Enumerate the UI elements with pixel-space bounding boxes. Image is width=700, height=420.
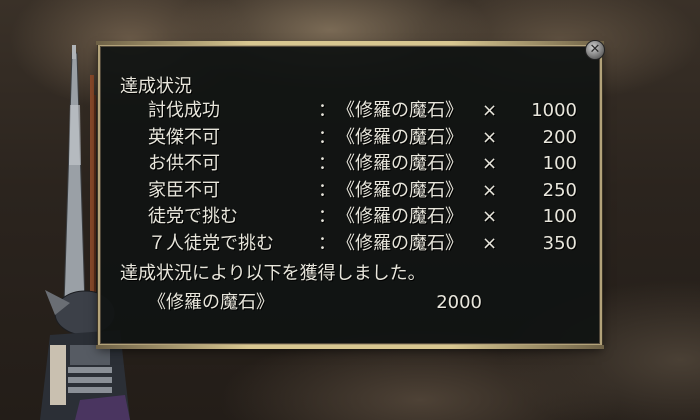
achievement-row-colon: ：	[318, 206, 336, 227]
achievement-row-quantity: 350	[542, 233, 577, 254]
achievement-row-quantity: 100	[542, 153, 577, 174]
achievement-row-colon: ：	[318, 233, 336, 254]
reward-quantity: 2000	[436, 292, 482, 313]
achievement-row-quantity: 100	[542, 206, 577, 227]
achievement-row-multiplier: ×	[482, 206, 498, 227]
achievement-row-label: 徒党で挑む	[148, 206, 238, 227]
achievement-row-quantity: 250	[542, 180, 577, 201]
achievement-row-item: 《修羅の魔石》	[337, 180, 463, 201]
achievement-row-label: 英傑不可	[148, 127, 220, 148]
achievement-row-colon: ：	[318, 127, 336, 148]
achievement-row-colon: ：	[318, 180, 336, 201]
achievement-row-label: 家臣不可	[148, 180, 220, 201]
achievement-row-colon: ：	[318, 100, 336, 121]
achievement-row-item: 《修羅の魔石》	[337, 127, 463, 148]
achievement-row-label: 討伐成功	[148, 100, 220, 121]
result-message: 達成状況により以下を獲得しました。	[120, 263, 426, 284]
dialog-heading: 達成状況	[120, 76, 192, 97]
achievement-row-colon: ：	[318, 153, 336, 174]
close-icon[interactable]: ✕	[585, 40, 605, 60]
achievement-row-multiplier: ×	[482, 233, 498, 254]
achievement-row-quantity: 200	[542, 127, 577, 148]
achievement-row-multiplier: ×	[482, 180, 498, 201]
achievement-row-quantity: 1000	[531, 100, 577, 121]
achievement-row-item: 《修羅の魔石》	[337, 100, 463, 121]
achievement-row-multiplier: ×	[482, 100, 498, 121]
reward-item-name: 《修羅の魔石》	[148, 292, 274, 313]
achievement-row-multiplier: ×	[482, 127, 498, 148]
achievement-row-item: 《修羅の魔石》	[337, 233, 463, 254]
achievement-row-item: 《修羅の魔石》	[337, 153, 463, 174]
achievement-row-multiplier: ×	[482, 153, 498, 174]
achievement-row-label: ７人徒党で挑む	[148, 233, 274, 254]
achievement-row-label: お供不可	[148, 153, 220, 174]
achievement-row-item: 《修羅の魔石》	[337, 206, 463, 227]
